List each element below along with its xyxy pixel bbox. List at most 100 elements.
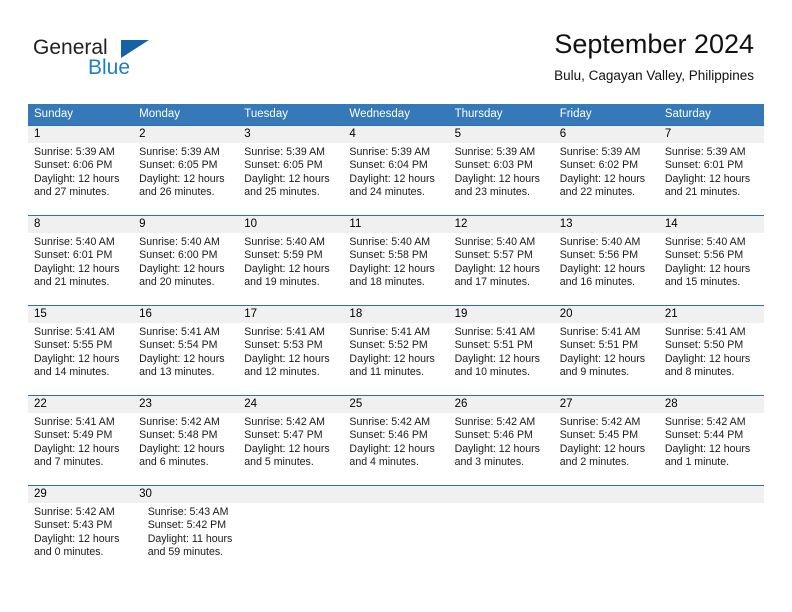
day-cell[interactable]: Sunrise: 5:39 AM Sunset: 6:06 PM Dayligh… <box>28 143 133 215</box>
day-number[interactable]: 13 <box>554 216 659 233</box>
day-number[interactable]: 18 <box>343 306 448 323</box>
sunrise-text: Sunrise: 5:42 AM <box>454 416 536 428</box>
day-number[interactable]: 6 <box>554 126 659 143</box>
daylight-line2: and 22 minutes. <box>559 185 636 198</box>
day-cell[interactable]: Sunrise: 5:42 AM Sunset: 5:48 PM Dayligh… <box>133 413 238 485</box>
day-cell[interactable]: Sunrise: 5:41 AM Sunset: 5:55 PM Dayligh… <box>28 323 133 395</box>
day-number[interactable]: 29 <box>28 486 133 503</box>
day-cell[interactable]: Sunrise: 5:39 AM Sunset: 6:02 PM Dayligh… <box>554 143 659 215</box>
sunset-text: Sunset: 5:54 PM <box>139 339 218 352</box>
day-cell[interactable]: Sunrise: 5:40 AM Sunset: 5:57 PM Dayligh… <box>449 233 554 305</box>
day-number[interactable]: 26 <box>449 396 554 413</box>
day-number[interactable]: 5 <box>449 126 554 143</box>
sunset-text: Sunset: 6:05 PM <box>244 159 323 172</box>
day-number[interactable]: 20 <box>554 306 659 323</box>
day-number[interactable]: 11 <box>343 216 448 233</box>
day-cell[interactable]: Sunrise: 5:39 AM Sunset: 6:01 PM Dayligh… <box>659 143 764 215</box>
sunset-text: Sunset: 6:01 PM <box>664 159 744 172</box>
day-cell[interactable]: Sunrise: 5:42 AM Sunset: 5:47 PM Dayligh… <box>238 413 343 485</box>
daylight-line1: Daylight: 12 hours <box>34 442 120 455</box>
daylight-line1: Daylight: 12 hours <box>244 262 330 275</box>
day-detail-row: Sunrise: 5:41 AM Sunset: 5:49 PM Dayligh… <box>28 413 764 485</box>
sunrise-text: Sunrise: 5:42 AM <box>349 416 431 428</box>
day-number[interactable]: 14 <box>659 216 764 233</box>
day-cell[interactable]: Sunrise: 5:42 AM Sunset: 5:46 PM Dayligh… <box>449 413 554 485</box>
brand-logo[interactable]: General Blue <box>33 36 163 84</box>
sunrise-text: Sunrise: 5:41 AM <box>244 326 325 338</box>
daylight-line1: Daylight: 12 hours <box>664 442 751 455</box>
day-number[interactable]: 2 <box>133 126 238 143</box>
day-number[interactable]: 19 <box>449 306 554 323</box>
day-number[interactable]: 1 <box>28 126 133 143</box>
day-number[interactable]: 3 <box>238 126 343 143</box>
day-cell[interactable]: Sunrise: 5:40 AM Sunset: 6:00 PM Dayligh… <box>133 233 238 305</box>
day-number-empty <box>554 486 659 503</box>
day-cell[interactable]: Sunrise: 5:40 AM Sunset: 5:58 PM Dayligh… <box>343 233 448 305</box>
day-number[interactable]: 16 <box>133 306 238 323</box>
day-cell[interactable]: Sunrise: 5:39 AM Sunset: 6:05 PM Dayligh… <box>133 143 238 215</box>
day-number[interactable]: 9 <box>133 216 238 233</box>
sunset-text: Sunset: 5:51 PM <box>454 339 533 352</box>
day-cell[interactable]: Sunrise: 5:41 AM Sunset: 5:51 PM Dayligh… <box>449 323 554 395</box>
sunrise-text: Sunrise: 5:41 AM <box>34 416 115 428</box>
sunset-text: Sunset: 5:58 PM <box>349 249 428 262</box>
day-number[interactable]: 17 <box>238 306 343 323</box>
daylight-line2: and 27 minutes. <box>34 185 110 198</box>
day-number[interactable]: 15 <box>28 306 133 323</box>
day-cell[interactable]: Sunrise: 5:41 AM Sunset: 5:54 PM Dayligh… <box>133 323 238 395</box>
day-number[interactable]: 7 <box>659 126 764 143</box>
day-number[interactable]: 12 <box>449 216 554 233</box>
day-number[interactable]: 30 <box>133 486 238 503</box>
day-cell[interactable]: Sunrise: 5:41 AM Sunset: 5:53 PM Dayligh… <box>238 323 343 395</box>
day-number[interactable]: 28 <box>659 396 764 413</box>
day-number[interactable]: 24 <box>238 396 343 413</box>
day-cell[interactable]: Sunrise: 5:42 AM Sunset: 5:46 PM Dayligh… <box>343 413 448 485</box>
calendar-grid: Sunday Monday Tuesday Wednesday Thursday… <box>28 104 764 575</box>
day-cell[interactable]: Sunrise: 5:40 AM Sunset: 5:59 PM Dayligh… <box>238 233 343 305</box>
daylight-line2: and 24 minutes. <box>349 185 425 198</box>
day-number[interactable]: 21 <box>659 306 764 323</box>
daylight-line1: Daylight: 12 hours <box>349 172 435 185</box>
sunset-text: Sunset: 5:52 PM <box>349 339 428 352</box>
daylight-line1: Daylight: 12 hours <box>664 262 751 275</box>
day-cell[interactable]: Sunrise: 5:41 AM Sunset: 5:51 PM Dayligh… <box>554 323 659 395</box>
daylight-line2: and 25 minutes. <box>244 185 320 198</box>
day-number[interactable]: 25 <box>343 396 448 413</box>
sunset-text: Sunset: 5:51 PM <box>559 339 639 352</box>
day-number-empty <box>659 486 764 503</box>
day-number[interactable]: 22 <box>28 396 133 413</box>
daylight-line1: Daylight: 12 hours <box>559 262 646 275</box>
daylight-line2: and 6 minutes. <box>139 455 209 468</box>
day-cell[interactable]: Sunrise: 5:42 AM Sunset: 5:43 PM Dayligh… <box>28 503 142 575</box>
sunset-text: Sunset: 6:04 PM <box>349 159 428 172</box>
sunset-text: Sunset: 6:03 PM <box>454 159 533 172</box>
sunrise-text: Sunrise: 5:40 AM <box>34 236 115 248</box>
weekday-saturday: Saturday <box>664 108 711 120</box>
day-cell[interactable]: Sunrise: 5:39 AM Sunset: 6:04 PM Dayligh… <box>343 143 448 215</box>
daylight-line1: Daylight: 12 hours <box>34 532 120 545</box>
sunrise-text: Sunrise: 5:42 AM <box>664 416 746 428</box>
day-number[interactable]: 8 <box>28 216 133 233</box>
day-cell[interactable]: Sunrise: 5:43 AM Sunset: 5:42 PM Dayligh… <box>142 503 256 575</box>
day-cell[interactable]: Sunrise: 5:40 AM Sunset: 6:01 PM Dayligh… <box>28 233 133 305</box>
day-cell[interactable]: Sunrise: 5:41 AM Sunset: 5:49 PM Dayligh… <box>28 413 133 485</box>
day-number[interactable]: 27 <box>554 396 659 413</box>
daylight-line1: Daylight: 11 hours <box>147 532 233 545</box>
day-cell[interactable]: Sunrise: 5:42 AM Sunset: 5:44 PM Dayligh… <box>659 413 764 485</box>
daylight-line1: Daylight: 12 hours <box>139 442 225 455</box>
day-number[interactable]: 4 <box>343 126 448 143</box>
day-cell[interactable]: Sunrise: 5:41 AM Sunset: 5:50 PM Dayligh… <box>659 323 764 395</box>
day-cell[interactable]: Sunrise: 5:39 AM Sunset: 6:03 PM Dayligh… <box>449 143 554 215</box>
daylight-line2: and 10 minutes. <box>454 365 530 378</box>
day-cell[interactable]: Sunrise: 5:42 AM Sunset: 5:45 PM Dayligh… <box>554 413 659 485</box>
weekday-monday: Monday <box>139 108 181 120</box>
weekday-tuesday: Tuesday <box>244 108 288 120</box>
day-cell[interactable]: Sunrise: 5:39 AM Sunset: 6:05 PM Dayligh… <box>238 143 343 215</box>
day-cell[interactable]: Sunrise: 5:41 AM Sunset: 5:52 PM Dayligh… <box>343 323 448 395</box>
day-cell[interactable]: Sunrise: 5:40 AM Sunset: 5:56 PM Dayligh… <box>554 233 659 305</box>
day-number[interactable]: 23 <box>133 396 238 413</box>
day-cell[interactable]: Sunrise: 5:40 AM Sunset: 5:56 PM Dayligh… <box>659 233 764 305</box>
daylight-line2: and 21 minutes. <box>34 275 110 288</box>
daylight-line2: and 0 minutes. <box>34 545 104 558</box>
day-number[interactable]: 10 <box>238 216 343 233</box>
